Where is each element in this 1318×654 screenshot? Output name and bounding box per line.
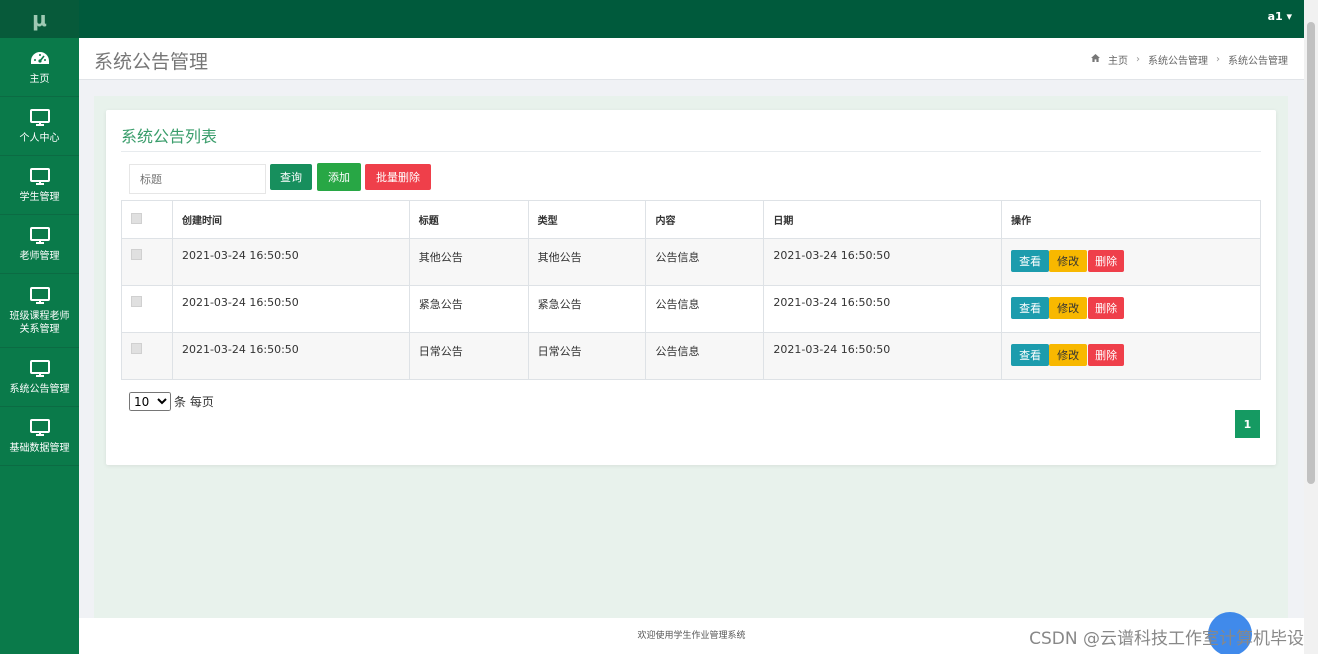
cell-date: 2021-03-24 16:50:50 [763, 332, 1003, 380]
monitor-icon [29, 107, 51, 129]
monitor-icon [29, 358, 51, 380]
add-button[interactable]: 添加 [317, 163, 361, 191]
dashboard-icon [29, 48, 51, 70]
sidebar-item-label: 系统公告管理 [9, 384, 70, 395]
chevron-right-icon: › [1136, 54, 1140, 65]
cell-actions: 查看 修改 删除 [1001, 332, 1261, 380]
cell-title: 紧急公告 [408, 285, 529, 333]
page-size-control: 10 条 每页 [129, 392, 214, 411]
column-header[interactable]: 类型 [527, 200, 647, 239]
cell-content: 公告信息 [645, 285, 765, 333]
column-header[interactable]: 日期 [763, 200, 1003, 239]
sidebar-item-label: 班级课程老师关系管理 [9, 311, 70, 335]
table-row: 2021-03-24 16:50:50 其他公告 其他公告 公告信息 2021-… [121, 238, 1261, 286]
cell-created: 2021-03-24 16:50:50 [171, 285, 410, 333]
breadcrumb-current: 系统公告管理 [1228, 56, 1288, 67]
column-header: 操作 [1001, 200, 1261, 239]
select-all-checkbox[interactable] [131, 212, 142, 224]
monitor-icon [29, 285, 51, 307]
top-bar: a1 ▾ [79, 0, 1304, 38]
breadcrumb-home[interactable]: 主页 [1108, 52, 1128, 67]
title-search-input[interactable] [129, 164, 266, 194]
cell-date: 2021-03-24 16:50:50 [763, 238, 1003, 286]
watermark: CSDN @云谱科技工作室计算机毕设 [1029, 629, 1304, 649]
row-select-cell [121, 238, 173, 286]
user-menu[interactable]: a1 ▾ [1268, 10, 1292, 23]
cell-actions: 查看 修改 删除 [1001, 238, 1261, 286]
row-select-cell [121, 285, 173, 333]
sidebar-item-students[interactable]: 学生管理 [0, 156, 79, 215]
row-checkbox[interactable] [131, 296, 142, 307]
page-title: 系统公告管理 [94, 51, 209, 73]
select-all-cell [121, 200, 173, 239]
delete-button[interactable]: 删除 [1088, 250, 1125, 272]
page-size-select[interactable]: 10 [129, 392, 171, 411]
query-button[interactable]: 查询 [270, 164, 312, 190]
column-header[interactable]: 创建时间 [171, 200, 410, 239]
page-header: 系统公告管理 主页 › 系统公告管理 › 系统公告管理 [79, 38, 1304, 80]
announcement-card: 系统公告列表 查询 添加 批量删除 创建时间 标题 类型 内容 日期 操作 20… [106, 110, 1276, 465]
page-number-button[interactable]: 1 [1235, 410, 1260, 438]
breadcrumb-item[interactable]: 系统公告管理 [1148, 52, 1208, 67]
sidebar-item-class-course-teacher[interactable]: 班级课程老师关系管理 [0, 274, 79, 348]
delete-button[interactable]: 删除 [1088, 297, 1125, 319]
monitor-icon [29, 225, 51, 247]
cell-content: 公告信息 [645, 332, 765, 380]
cell-type: 其他公告 [527, 238, 647, 286]
sidebar-item-label: 基础数据管理 [9, 443, 70, 454]
table-row: 2021-03-24 16:50:50 日常公告 日常公告 公告信息 2021-… [121, 332, 1261, 380]
sidebar-item-profile[interactable]: 个人中心 [0, 97, 79, 156]
edit-button[interactable]: 修改 [1049, 297, 1088, 319]
sidebar-item-announcements[interactable]: 系统公告管理 [0, 348, 79, 407]
edit-button[interactable]: 修改 [1049, 344, 1088, 366]
view-button[interactable]: 查看 [1011, 297, 1050, 319]
cell-type: 紧急公告 [527, 285, 647, 333]
view-button[interactable]: 查看 [1011, 344, 1050, 366]
edit-button[interactable]: 修改 [1049, 250, 1088, 272]
sidebar-item-base-data[interactable]: 基础数据管理 [0, 407, 79, 466]
delete-button[interactable]: 删除 [1088, 344, 1125, 366]
row-select-cell [121, 332, 173, 380]
cell-content: 公告信息 [645, 238, 765, 286]
home-icon [1091, 54, 1100, 65]
announcement-table: 创建时间 标题 类型 内容 日期 操作 2021-03-24 16:50:50 … [121, 200, 1261, 380]
page-size-label: 条 每页 [174, 395, 214, 409]
cell-type: 日常公告 [527, 332, 647, 380]
monitor-icon [29, 417, 51, 439]
divider [121, 151, 1261, 152]
cell-created: 2021-03-24 16:50:50 [171, 238, 410, 286]
sidebar-item-teachers[interactable]: 老师管理 [0, 215, 79, 274]
cell-title: 日常公告 [408, 332, 529, 380]
card-title: 系统公告列表 [121, 127, 218, 146]
cell-actions: 查看 修改 删除 [1001, 285, 1261, 333]
row-checkbox[interactable] [131, 343, 142, 354]
sidebar-item-label: 主页 [29, 74, 50, 85]
scrollbar[interactable] [1304, 0, 1318, 654]
sidebar-item-label: 个人中心 [19, 133, 60, 144]
sidebar-item-label: 学生管理 [19, 192, 60, 203]
row-checkbox[interactable] [131, 249, 142, 260]
cell-title: 其他公告 [408, 238, 529, 286]
app-logo: μ [0, 0, 79, 38]
table-row: 2021-03-24 16:50:50 紧急公告 紧急公告 公告信息 2021-… [121, 285, 1261, 333]
view-button[interactable]: 查看 [1011, 250, 1050, 272]
sidebar: μ 主页 个人中心 学生管理 老师管理 班级课程老师关系管理 系统公告管理 基础… [0, 0, 79, 654]
table-header-row: 创建时间 标题 类型 内容 日期 操作 [121, 200, 1261, 239]
chevron-right-icon: › [1216, 54, 1220, 65]
breadcrumb: 主页 › 系统公告管理 › 系统公告管理 [1091, 52, 1288, 67]
scrollbar-thumb[interactable] [1307, 22, 1315, 484]
cell-date: 2021-03-24 16:50:50 [763, 285, 1003, 333]
batch-delete-button[interactable]: 批量删除 [365, 164, 431, 190]
sidebar-item-label: 老师管理 [19, 251, 60, 262]
column-header[interactable]: 内容 [645, 200, 765, 239]
monitor-icon [29, 166, 51, 188]
cell-created: 2021-03-24 16:50:50 [171, 332, 410, 380]
sidebar-item-home[interactable]: 主页 [0, 38, 79, 97]
column-header[interactable]: 标题 [408, 200, 529, 239]
